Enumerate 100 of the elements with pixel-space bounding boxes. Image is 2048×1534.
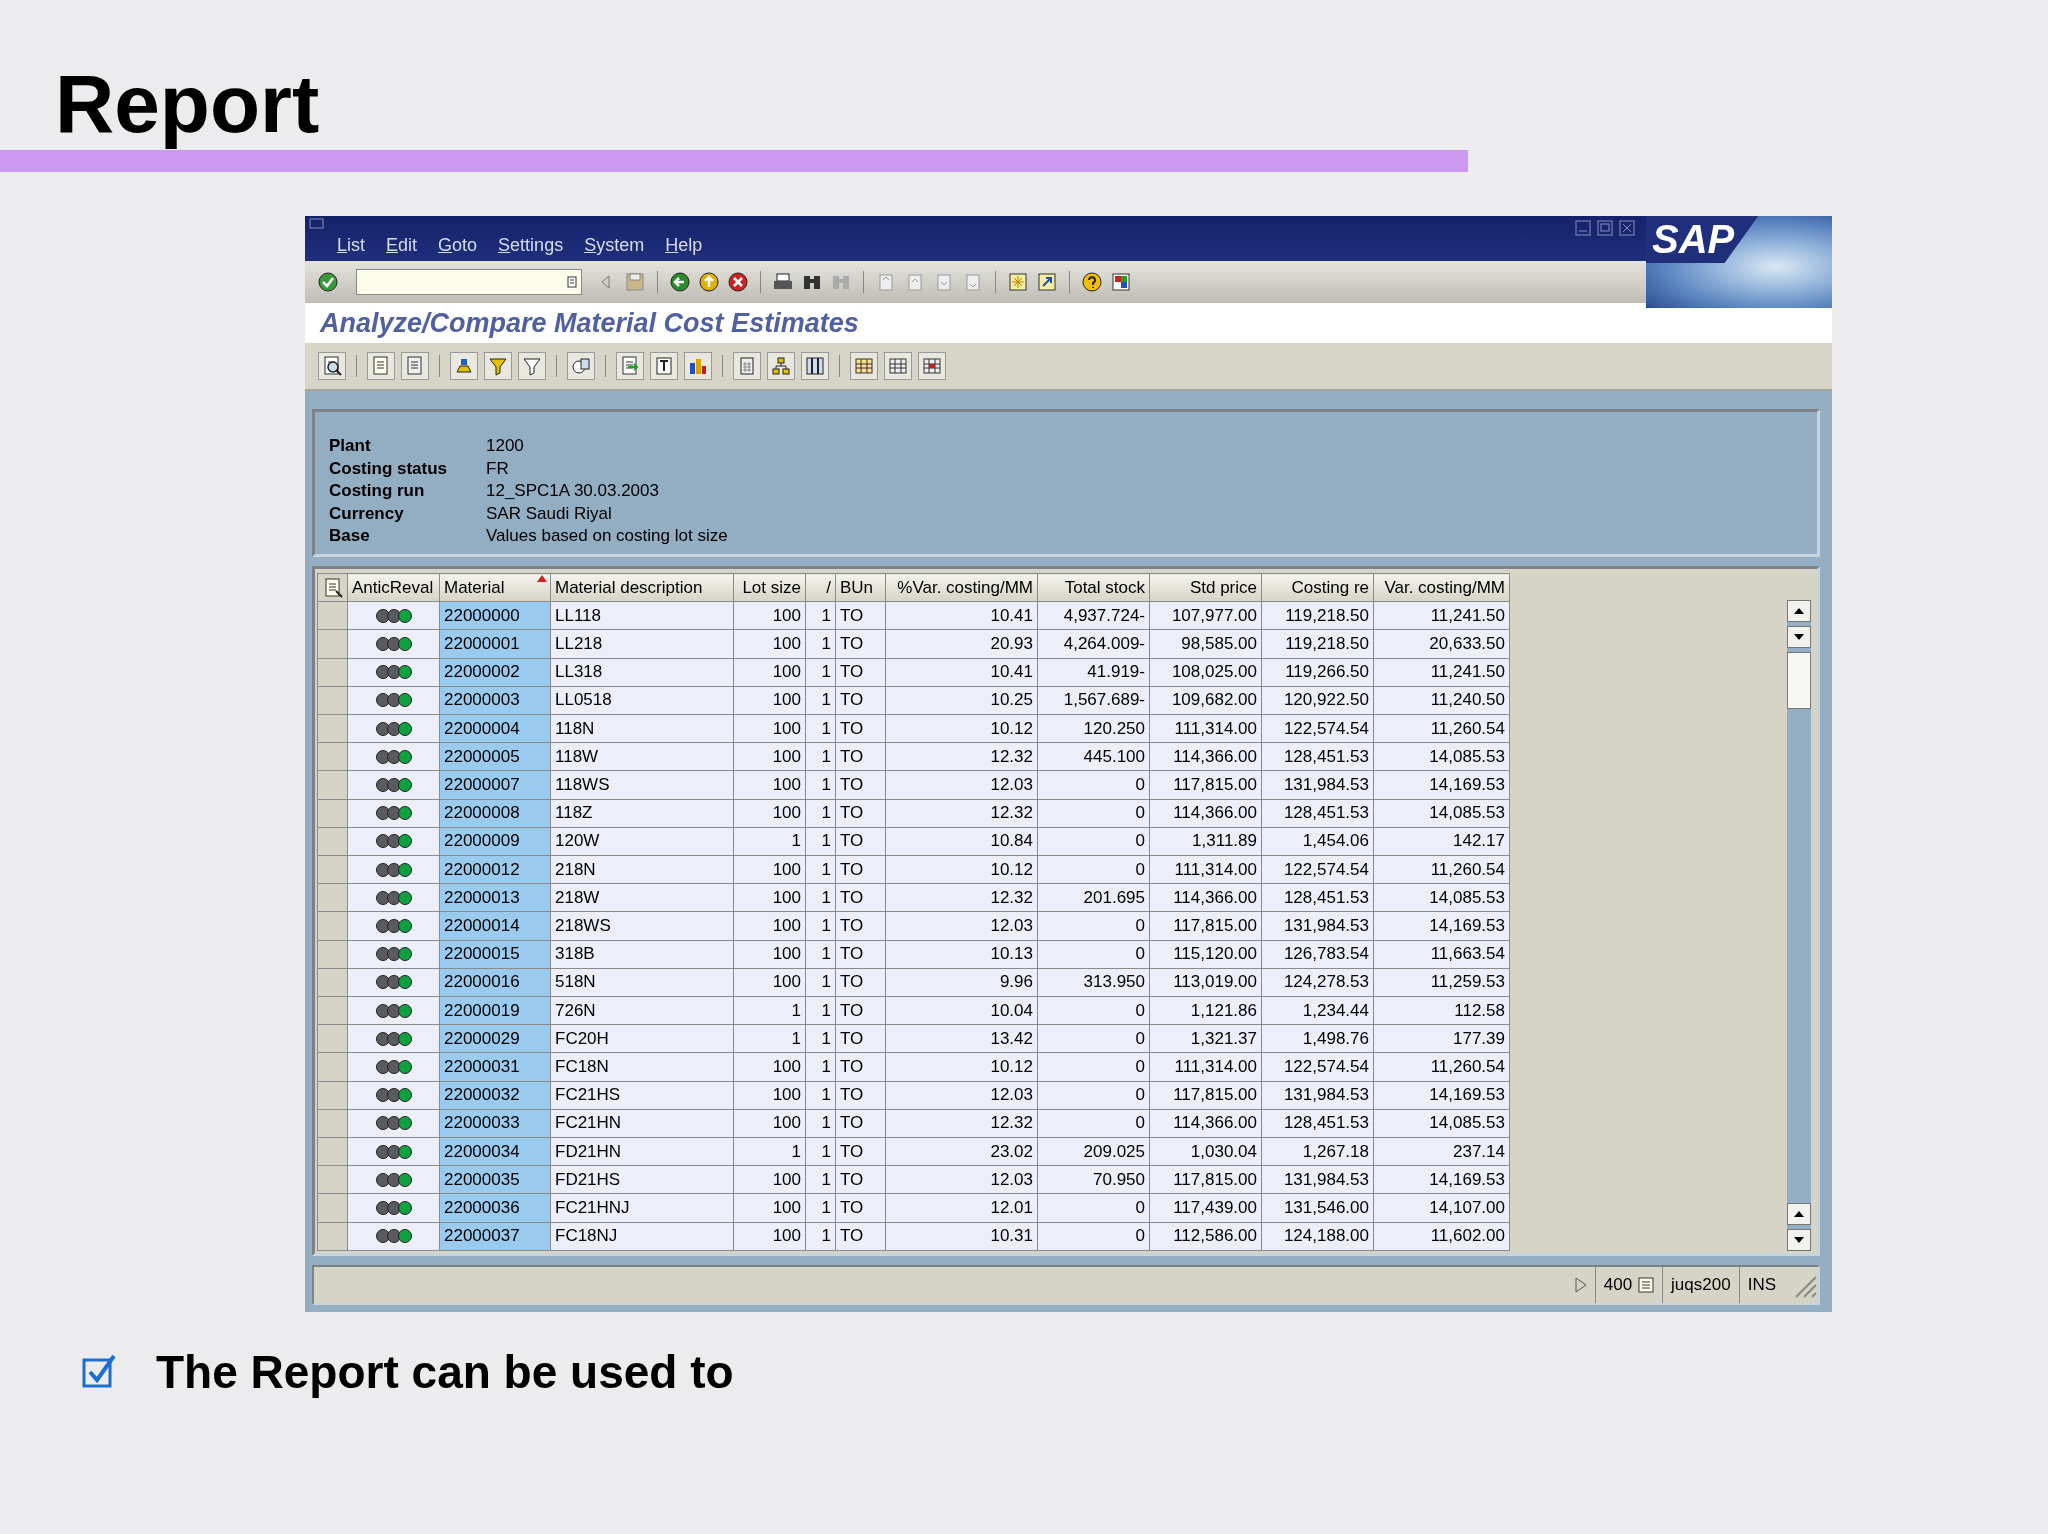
table-cell: 128,451.53 <box>1261 1109 1374 1138</box>
menu-item[interactable]: Settings <box>498 234 564 256</box>
history-icon[interactable] <box>567 276 577 289</box>
field-value: FR <box>486 457 510 480</box>
page-up-icon[interactable] <box>1794 1211 1804 1217</box>
table-cell: 10.41 <box>885 658 1038 687</box>
table-cell: 142.17 <box>1373 827 1510 856</box>
menu-item[interactable]: System <box>584 234 645 256</box>
row-selector[interactable] <box>317 996 348 1025</box>
row-selector[interactable] <box>317 742 348 771</box>
exit-icon[interactable] <box>698 271 720 294</box>
menu-item[interactable]: Goto <box>438 234 478 256</box>
columns-icon[interactable] <box>804 355 826 378</box>
table-cell: 20.93 <box>885 629 1038 659</box>
table-cell: 10.12 <box>885 855 1038 884</box>
confirm-icon[interactable] <box>317 271 339 294</box>
row-selector[interactable] <box>317 1165 348 1194</box>
layout-icon[interactable] <box>1110 271 1132 294</box>
row-selector[interactable] <box>317 658 348 687</box>
funnel-icon[interactable] <box>521 355 543 378</box>
row-selector[interactable] <box>317 855 348 884</box>
command-field[interactable] <box>356 269 582 296</box>
column-header[interactable]: Material description <box>550 573 734 602</box>
row-selector[interactable] <box>317 799 348 828</box>
bullet-text: The Report can be used to <box>156 1345 734 1399</box>
table-cell: FC18NJ <box>550 1222 734 1251</box>
row-selector[interactable] <box>317 968 348 997</box>
row-selector[interactable] <box>317 1081 348 1110</box>
column-header[interactable]: Lot size <box>733 573 806 602</box>
system-menu-icon[interactable] <box>309 218 325 230</box>
row-selector[interactable] <box>317 714 348 743</box>
column-header[interactable]: / <box>805 573 836 602</box>
row-selector[interactable] <box>317 1137 348 1166</box>
input-mode: INS <box>1738 1267 1784 1303</box>
expand-triangle-icon[interactable] <box>1574 1277 1587 1293</box>
column-header[interactable]: AnticReval <box>347 573 440 602</box>
column-header[interactable]: Total stock <box>1037 573 1150 602</box>
table-cell: 113,019.00 <box>1149 968 1262 997</box>
column-header[interactable]: Std price <box>1149 573 1262 602</box>
help-icon[interactable] <box>1081 271 1103 294</box>
table-cell: 0 <box>1037 940 1150 969</box>
cancel-icon[interactable] <box>727 271 749 294</box>
minimize-icon[interactable] <box>1575 220 1591 236</box>
table-cell: 117,815.00 <box>1149 770 1262 800</box>
row-selector[interactable] <box>317 770 348 800</box>
client-number: 400 <box>1603 1275 1633 1295</box>
row-selector[interactable] <box>317 1052 348 1082</box>
column-header[interactable]: Material <box>439 573 551 602</box>
table-cell: 117,439.00 <box>1149 1193 1262 1223</box>
table-cell: 23.02 <box>885 1137 1038 1166</box>
page-down-icon[interactable] <box>1794 1237 1804 1243</box>
menu-item[interactable]: Edit <box>386 234 418 256</box>
table-cell: 22000009 <box>439 827 551 856</box>
table-cell: 100 <box>733 714 806 743</box>
scrollbar[interactable] <box>1787 600 1811 1251</box>
row-selector[interactable] <box>317 911 348 941</box>
word-processing-icon[interactable] <box>653 355 675 378</box>
menu-item[interactable]: List <box>337 234 365 256</box>
shortcut-icon[interactable] <box>1036 271 1058 294</box>
column-header[interactable]: Costing re <box>1261 573 1374 602</box>
hierarchy-icon[interactable] <box>770 355 792 378</box>
table-cell: 22000016 <box>439 968 551 997</box>
menu-item[interactable]: Help <box>665 234 703 256</box>
row-selector[interactable] <box>317 1222 348 1251</box>
scroll-down-icon[interactable] <box>1794 634 1804 640</box>
row-selector[interactable] <box>317 1024 348 1053</box>
column-header[interactable]: Var. costing/MM <box>1373 573 1510 602</box>
filter-icon[interactable] <box>487 355 509 378</box>
row-selector[interactable] <box>317 883 348 912</box>
table-cell: 114,366.00 <box>1149 742 1262 771</box>
table-cell: 1 <box>733 1024 806 1053</box>
table-cell: FC18N <box>550 1052 734 1082</box>
column-header[interactable]: BUn <box>835 573 886 602</box>
scroll-up-icon[interactable] <box>1794 608 1804 614</box>
table-cell: 0 <box>1037 1081 1150 1110</box>
export-icon[interactable] <box>619 355 641 378</box>
row-selector[interactable] <box>317 827 348 856</box>
maximize-icon[interactable] <box>1597 220 1613 236</box>
session-list-icon[interactable] <box>1638 1277 1655 1293</box>
detail-icon[interactable] <box>321 355 343 378</box>
row-selector[interactable] <box>317 629 348 659</box>
row-selector[interactable] <box>317 940 348 969</box>
column-header[interactable]: %Var. costing/MM <box>885 573 1038 602</box>
row-selector[interactable] <box>317 686 348 715</box>
table-cell: 14,169.53 <box>1373 770 1510 800</box>
table-cell: 115,120.00 <box>1149 940 1262 969</box>
table-cell: 14,169.53 <box>1373 1165 1510 1194</box>
save-icon[interactable] <box>624 271 646 294</box>
close-icon[interactable] <box>1619 220 1635 236</box>
table-cell: 1,498.76 <box>1261 1024 1374 1053</box>
table-cell: 10.84 <box>885 827 1038 856</box>
row-selector[interactable] <box>317 1109 348 1138</box>
scroll-thumb[interactable] <box>1787 652 1811 709</box>
field-label: Base <box>329 525 371 548</box>
back-icon[interactable] <box>669 271 691 294</box>
table-cell: 22000000 <box>439 601 551 630</box>
row-selector[interactable] <box>317 1193 348 1223</box>
table-cell: FD21HS <box>550 1165 734 1194</box>
new-session-icon[interactable] <box>1007 271 1029 294</box>
logo: SAP <box>1646 216 1759 263</box>
